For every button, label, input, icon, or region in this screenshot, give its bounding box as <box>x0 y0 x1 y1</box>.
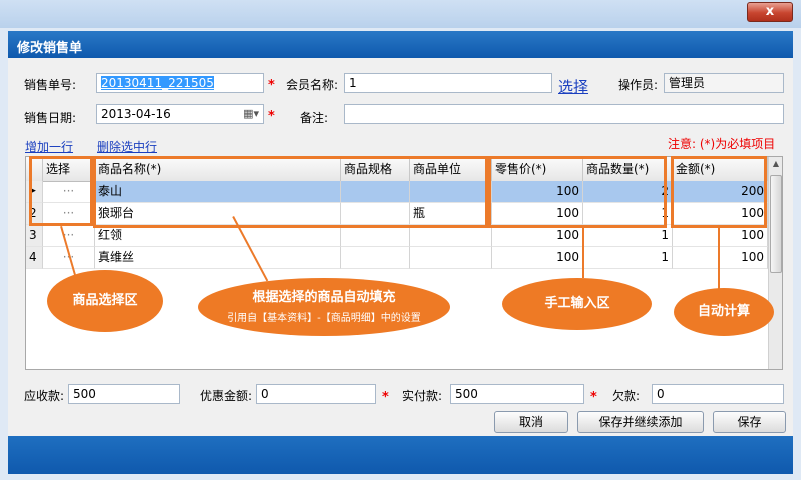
annotation-box-autofill <box>93 156 488 228</box>
callout-autofill-title: 根据选择的商品自动填充 <box>252 290 396 305</box>
add-row-link[interactable]: 增加一行 <box>25 138 73 155</box>
callout-product-select: 商品选择区 <box>47 270 163 332</box>
select-member-link[interactable]: 选择 <box>558 76 588 97</box>
annotation-connector <box>718 228 720 290</box>
row-number: 3 <box>26 225 43 247</box>
date-field[interactable]: 2013-04-16 ▦▾ <box>96 104 264 124</box>
cell-spec[interactable] <box>341 225 410 247</box>
required-mark: * <box>268 78 275 93</box>
annotation-box-auto-calc <box>671 156 767 228</box>
cell-amount[interactable]: 100 <box>673 247 768 269</box>
scroll-thumb[interactable] <box>770 175 782 273</box>
remark-label: 备注: <box>300 111 329 125</box>
discount-label: 优惠金额: <box>200 389 253 403</box>
cell-price[interactable]: 100 <box>492 247 583 269</box>
cell-name[interactable]: 红领 <box>95 225 341 247</box>
callout-auto-calc: 自动计算 <box>674 288 774 336</box>
close-button[interactable]: x <box>747 2 793 22</box>
sale-no-field[interactable]: 20130411_221505 <box>96 73 264 93</box>
cell-unit[interactable] <box>410 225 492 247</box>
cell-unit[interactable] <box>410 247 492 269</box>
save-button[interactable]: 保存 <box>713 411 786 433</box>
owed-label: 欠款: <box>612 389 641 403</box>
cancel-button[interactable]: 取消 <box>494 411 568 433</box>
discount-field[interactable]: 0 <box>256 384 376 404</box>
scroll-up-icon[interactable]: ▲ <box>770 159 782 169</box>
delete-row-link[interactable]: 删除选中行 <box>97 138 157 155</box>
remark-field[interactable] <box>344 104 784 124</box>
callout-manual-input: 手工输入区 <box>502 278 652 330</box>
annotation-box-select <box>29 156 93 226</box>
callout-autofill-subtitle: 引用自【基本资料】-【商品明细】中的设置 <box>227 313 421 324</box>
title-bar: 修改销售单 <box>8 31 793 58</box>
receivable-label: 应收款: <box>24 389 65 403</box>
cell-qty[interactable]: 1 <box>583 247 673 269</box>
row-number: 4 <box>26 247 43 269</box>
cell-amount[interactable]: 100 <box>673 225 768 247</box>
annotation-connector <box>582 228 584 278</box>
sale-no-value: 20130411_221505 <box>101 76 214 90</box>
cell-name[interactable]: 真维丝 <box>95 247 341 269</box>
vertical-scrollbar[interactable]: ▲ <box>768 157 782 369</box>
operator-label: 操作员: <box>618 78 659 92</box>
required-mark: * <box>268 109 275 124</box>
required-mark: * <box>382 390 389 405</box>
paid-field[interactable]: 500 <box>450 384 584 404</box>
callout-autofill: 根据选择的商品自动填充 引用自【基本资料】-【商品明细】中的设置 <box>198 278 450 336</box>
top-bar: x <box>0 0 801 28</box>
date-value: 2013-04-16 <box>101 107 171 121</box>
cell-spec[interactable] <box>341 247 410 269</box>
date-label: 销售日期: <box>24 111 77 125</box>
paid-label: 实付款: <box>402 389 443 403</box>
owed-field[interactable]: 0 <box>652 384 784 404</box>
save-and-continue-button[interactable]: 保存并继续添加 <box>577 411 704 433</box>
operator-field[interactable]: 管理员 <box>664 73 784 93</box>
table-row[interactable]: 3 ··· 红领 100 1 100 <box>26 225 768 247</box>
sale-no-label: 销售单号: <box>24 78 77 92</box>
table-row[interactable]: 4 ··· 真维丝 100 1 100 <box>26 247 768 269</box>
required-note: 注意: (*)为必填项目 <box>668 137 776 151</box>
member-label: 会员名称: <box>286 78 339 92</box>
cell-qty[interactable]: 1 <box>583 225 673 247</box>
cell-price[interactable]: 100 <box>492 225 583 247</box>
annotation-box-manual <box>488 156 667 228</box>
member-field[interactable]: 1 <box>344 73 552 93</box>
window-title: 修改销售单 <box>17 41 83 56</box>
receivable-field[interactable]: 500 <box>68 384 180 404</box>
window: x 修改销售单 销售单号: 20130411_221505 * 会员名称: 1 … <box>0 0 801 480</box>
calendar-dropdown-icon[interactable]: ▦▾ <box>243 105 259 123</box>
select-product-button[interactable]: ··· <box>43 225 95 247</box>
required-mark: * <box>590 390 597 405</box>
bottom-bar <box>8 436 793 474</box>
